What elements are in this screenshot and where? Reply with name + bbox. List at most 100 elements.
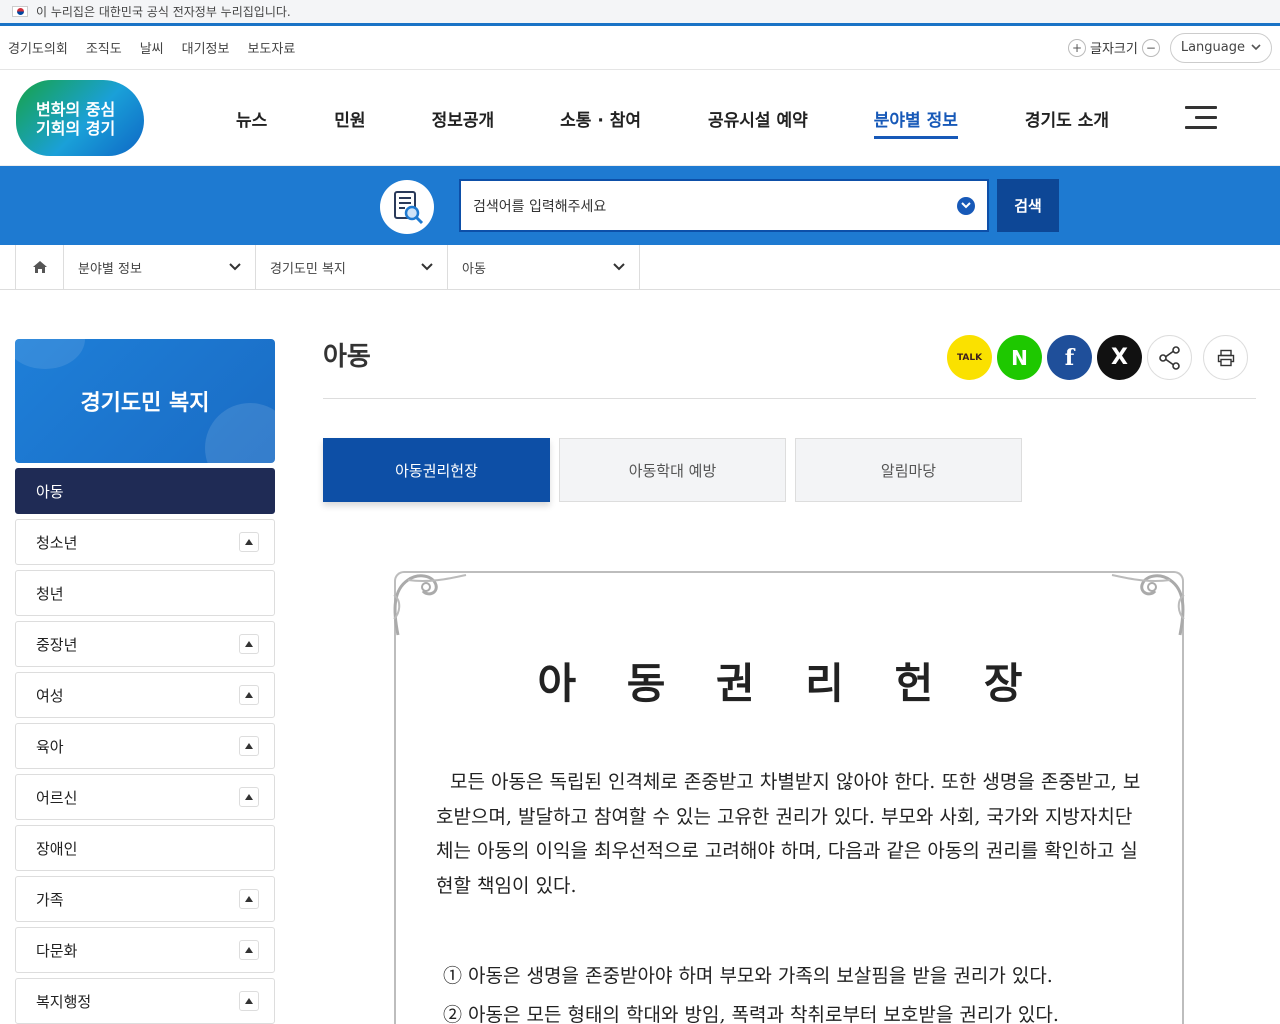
util-link-council[interactable]: 경기도의회 (8, 38, 68, 57)
share-bar: TALK N f X (947, 335, 1248, 380)
share-icon[interactable] (1147, 335, 1192, 380)
sidebar-item-youth[interactable]: 청소년 (15, 519, 275, 565)
sidebar: 경기도민 복지 아동 청소년 청년 중장년 여성 육아 어르신 장애인 가족 다… (15, 339, 275, 1024)
search-band: 검색어를 입력해주세요 검색 (0, 166, 1280, 245)
search-button[interactable]: 검색 (997, 179, 1059, 232)
breadcrumb: 분야별 정보 경기도민 복지 아동 (0, 245, 1280, 290)
sidebar-item-label: 아동 (36, 482, 64, 501)
breadcrumb-level2-label: 경기도민 복지 (270, 261, 346, 277)
sidebar-item-label: 어르신 (36, 788, 78, 807)
chevron-down-icon (421, 263, 433, 271)
ornament-left-icon (393, 574, 467, 636)
content-tabs: 아동권리헌장 아동학대 예방 알림마당 (323, 438, 1022, 502)
x-label: X (1111, 345, 1128, 370)
sidebar-item-childcare[interactable]: 육아 (15, 723, 275, 769)
sidebar-item-label: 복지행정 (36, 992, 92, 1011)
tab-child-rights-charter[interactable]: 아동권리헌장 (323, 438, 550, 502)
sidebar-item-label: 가족 (36, 890, 64, 909)
home-icon[interactable] (15, 245, 64, 289)
facebook-icon[interactable]: f (1047, 335, 1092, 380)
chevron-down-icon (229, 263, 241, 271)
korea-flag-icon (12, 6, 28, 17)
charter-item: ① 아동은 생명을 존중받아야 하며 부모와 가족의 보살핌을 받을 권리가 있… (443, 965, 1053, 987)
sidebar-item-elderly[interactable]: 어르신 (15, 774, 275, 820)
triangle-up-icon[interactable] (239, 940, 259, 960)
nav-participation[interactable]: 소통 · 참여 (560, 100, 641, 137)
page-title: 아동 (323, 342, 371, 372)
menu-icon[interactable] (1185, 106, 1217, 130)
ornament-right-icon (1111, 574, 1185, 636)
triangle-up-icon[interactable] (239, 532, 259, 552)
triangle-up-icon[interactable] (239, 736, 259, 756)
utility-links: 경기도의회 조직도 날씨 대기정보 보도자료 (8, 38, 295, 57)
chevron-down-icon[interactable] (957, 196, 975, 215)
charter-preamble: 모든 아동은 독립된 인격체로 존중받고 차별받지 않아야 한다. 또한 생명을… (436, 771, 1141, 897)
print-icon[interactable] (1203, 335, 1248, 380)
nav-facility-booking[interactable]: 공유시설 예약 (708, 100, 808, 137)
util-link-org[interactable]: 조직도 (86, 38, 122, 57)
tab-child-abuse-prevention[interactable]: 아동학대 예방 (559, 438, 786, 502)
search-input[interactable]: 검색어를 입력해주세요 (459, 179, 989, 232)
font-size-control: + 글자크기 − (1068, 38, 1160, 57)
logo-text: 변화의 중심 기회의 경기 (36, 100, 115, 138)
gov-banner: 이 누리집은 대한민국 공식 전자정부 누리집입니다. (0, 0, 1280, 26)
logo-line-2: 기회의 경기 (36, 119, 116, 138)
nav-info-open[interactable]: 정보공개 (432, 100, 495, 137)
sidebar-item-women[interactable]: 여성 (15, 672, 275, 718)
chevron-down-icon (613, 263, 625, 271)
sidebar-item-label: 중장년 (36, 635, 78, 654)
sidebar-item-young-adult[interactable]: 청년 (15, 570, 275, 616)
tab-notice-board[interactable]: 알림마당 (795, 438, 1022, 502)
utility-bar: 경기도의회 조직도 날씨 대기정보 보도자료 + 글자크기 − Language (0, 26, 1280, 70)
sidebar-item-disabled[interactable]: 장애인 (15, 825, 275, 871)
facebook-label: f (1064, 344, 1075, 371)
language-button[interactable]: Language (1169, 32, 1272, 63)
breadcrumb-level2[interactable]: 경기도민 복지 (256, 245, 448, 289)
util-link-press[interactable]: 보도자료 (247, 38, 295, 57)
chevron-down-icon (1251, 44, 1261, 51)
nav-civil[interactable]: 민원 (334, 100, 365, 137)
sidebar-title: 경기도민 복지 (15, 339, 275, 463)
naver-icon[interactable]: N (997, 335, 1042, 380)
nav-news[interactable]: 뉴스 (236, 100, 267, 137)
sidebar-item-label: 육아 (36, 737, 64, 756)
triangle-up-icon[interactable] (239, 685, 259, 705)
x-icon[interactable]: X (1097, 335, 1142, 380)
site-logo[interactable]: 변화의 중심 기회의 경기 (16, 80, 144, 156)
triangle-up-icon[interactable] (239, 634, 259, 654)
sidebar-item-label: 장애인 (36, 839, 78, 858)
utility-right: + 글자크기 − Language (1068, 32, 1272, 63)
nav-about[interactable]: 경기도 소개 (1025, 100, 1109, 137)
sidebar-item-label: 청년 (36, 584, 64, 603)
breadcrumb-level3[interactable]: 아동 (448, 245, 640, 289)
font-size-label: 글자크기 (1090, 42, 1138, 57)
sidebar-item-label: 다문화 (36, 941, 78, 960)
breadcrumb-level1-label: 분야별 정보 (78, 261, 142, 277)
language-label: Language (1180, 40, 1245, 55)
sidebar-item-family[interactable]: 가족 (15, 876, 275, 922)
sidebar-item-label: 여성 (36, 686, 64, 705)
triangle-up-icon[interactable] (239, 787, 259, 807)
logo-line-1: 변화의 중심 (36, 100, 116, 119)
triangle-up-icon[interactable] (239, 889, 259, 909)
charter-items: ① 아동은 생명을 존중받아야 하며 부모와 가족의 보살핌을 받을 권리가 있… (443, 957, 1163, 1024)
sidebar-item-welfare-admin[interactable]: 복지행정 (15, 978, 275, 1024)
main-nav: 뉴스 민원 정보공개 소통 · 참여 공유시설 예약 분야별 정보 경기도 소개 (236, 70, 1109, 166)
naver-label: N (1011, 345, 1028, 370)
kakaotalk-icon[interactable]: TALK (947, 335, 992, 380)
nav-field-info[interactable]: 분야별 정보 (873, 100, 959, 139)
font-decrease-icon[interactable]: − (1141, 38, 1160, 57)
breadcrumb-level1[interactable]: 분야별 정보 (64, 245, 256, 289)
font-increase-icon[interactable]: + (1068, 38, 1086, 57)
sidebar-item-middle-age[interactable]: 중장년 (15, 621, 275, 667)
gov-banner-text: 이 누리집은 대한민국 공식 전자정부 누리집입니다. (36, 5, 291, 19)
search-placeholder: 검색어를 입력해주세요 (473, 198, 607, 215)
sidebar-item-multicultural[interactable]: 다문화 (15, 927, 275, 973)
breadcrumb-level3-label: 아동 (462, 261, 486, 277)
charter-item: ② 아동은 모든 형태의 학대와 방임, 폭력과 착취로부터 보호받을 권리가 … (443, 1004, 1059, 1024)
triangle-up-icon[interactable] (239, 991, 259, 1011)
util-link-air[interactable]: 대기정보 (182, 38, 230, 57)
sidebar-item-label: 청소년 (36, 533, 78, 552)
sidebar-item-child[interactable]: 아동 (15, 468, 275, 514)
util-link-weather[interactable]: 날씨 (140, 38, 164, 57)
